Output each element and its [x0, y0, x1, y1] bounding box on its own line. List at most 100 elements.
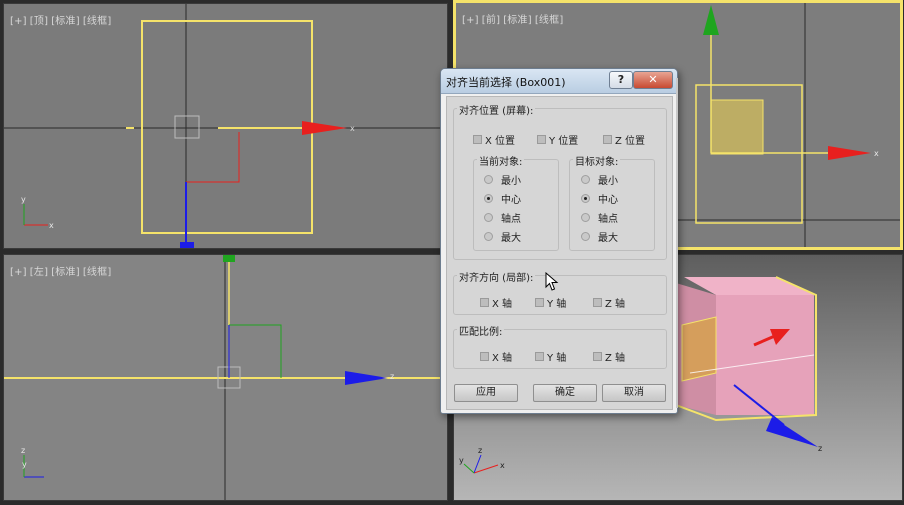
- viewport-menu-plus: [+]: [10, 267, 27, 278]
- scale-z-label: Z 轴: [605, 353, 626, 364]
- z-axis-arrow: [766, 417, 818, 447]
- z-axis-cap: [180, 242, 194, 248]
- viewport-view-name: [顶]: [29, 16, 49, 27]
- z-position-label: Z 位置: [615, 136, 646, 147]
- y-axis-cap: [223, 255, 235, 262]
- pivot-square: [174, 115, 200, 139]
- top-view-scene: x x y: [4, 4, 447, 248]
- viewport-camera-mode: [标准]: [503, 15, 532, 26]
- viewport-view-name: [左]: [29, 267, 49, 278]
- radio-dot[interactable]: [484, 175, 493, 184]
- target-pivot-label: 轴点: [598, 214, 618, 225]
- viewport-top[interactable]: x x y [+] [顶] [标准] [线框]: [3, 3, 448, 249]
- z-position-checkbox[interactable]: Z 位置: [603, 132, 645, 147]
- gizmo-z-letter: z: [21, 446, 25, 455]
- orient-y-checkbox[interactable]: Y 轴: [535, 295, 566, 310]
- checkbox-box[interactable]: [473, 135, 482, 144]
- viewport-shading-mode: [线框]: [82, 16, 112, 27]
- target-center-label: 中心: [598, 195, 618, 206]
- target-center-radio[interactable]: 中心: [581, 191, 618, 206]
- y-position-label: Y 位置: [549, 136, 579, 147]
- viewport-shading-mode: [线框]: [82, 267, 112, 278]
- viewport-view-name: [前]: [481, 15, 501, 26]
- z-axis-letter: z: [818, 444, 822, 453]
- checkbox-box[interactable]: [535, 298, 544, 307]
- scale-x-label: X 轴: [492, 353, 513, 364]
- radio-dot[interactable]: [484, 232, 493, 241]
- radio-dot[interactable]: [581, 194, 590, 203]
- viewport-label-front[interactable]: [+] [前] [标准] [线框]: [462, 11, 566, 26]
- local-axis-red: [186, 132, 240, 183]
- current-pivot-radio[interactable]: 轴点: [484, 210, 521, 225]
- gizmo-x-letter: x: [49, 221, 54, 230]
- checkbox-box[interactable]: [603, 135, 612, 144]
- current-max-radio[interactable]: 最大: [484, 229, 521, 244]
- viewport-shading-mode: [线框]: [534, 15, 564, 26]
- cancel-button[interactable]: 取消: [602, 384, 666, 402]
- target-min-radio[interactable]: 最小: [581, 172, 618, 187]
- apply-button[interactable]: 应用: [454, 384, 518, 402]
- orient-x-label: X 轴: [492, 299, 513, 310]
- dialog-title: 对齐当前选择 (Box001): [446, 76, 566, 89]
- x-axis-letter: x: [350, 124, 355, 133]
- target-max-radio[interactable]: 最大: [581, 229, 618, 244]
- orient-y-label: Y 轴: [547, 299, 567, 310]
- checkbox-box[interactable]: [537, 135, 546, 144]
- y-position-checkbox[interactable]: Y 位置: [537, 132, 578, 147]
- gizmo-y: [463, 463, 475, 474]
- current-pivot-label: 轴点: [501, 214, 521, 225]
- target-pivot-radio[interactable]: 轴点: [581, 210, 618, 225]
- gizmo-y-letter: y: [459, 456, 464, 465]
- scale-x-checkbox[interactable]: X 轴: [480, 349, 512, 364]
- viewport-menu-plus: [+]: [10, 16, 27, 27]
- orient-x-checkbox[interactable]: X 轴: [480, 295, 512, 310]
- close-button[interactable]: ✕: [633, 71, 673, 89]
- radio-dot[interactable]: [581, 175, 590, 184]
- current-min-radio[interactable]: 最小: [484, 172, 521, 187]
- ok-button[interactable]: 确定: [533, 384, 597, 402]
- target-max-label: 最大: [598, 233, 618, 244]
- dialog-titlebar[interactable]: 对齐当前选择 (Box001) ? ✕: [441, 69, 677, 94]
- x-position-checkbox[interactable]: X 位置: [473, 132, 515, 147]
- dialog-edge-scrollbar: [676, 78, 678, 408]
- viewport-left[interactable]: z z y [+] [左] [标准] [线框]: [3, 254, 448, 501]
- checkbox-box[interactable]: [593, 352, 602, 361]
- viewport-menu-plus: [+]: [462, 15, 479, 26]
- radio-dot[interactable]: [484, 194, 493, 203]
- current-center-radio[interactable]: 中心: [484, 191, 521, 206]
- radio-dot[interactable]: [581, 232, 590, 241]
- viewport-label-top[interactable]: [+] [顶] [标准] [线框]: [10, 12, 114, 27]
- gizmo-y-letter: y: [21, 195, 26, 204]
- radio-dot[interactable]: [581, 213, 590, 222]
- checkbox-box[interactable]: [480, 352, 489, 361]
- gizmo-y-letter: y: [22, 460, 27, 469]
- mouse-cursor-icon: [545, 272, 559, 291]
- current-object-title: 当前对象:: [477, 153, 525, 168]
- box-front-face: [716, 295, 814, 415]
- z-axis-arrow: [345, 371, 388, 385]
- current-min-label: 最小: [501, 176, 521, 187]
- x-position-label: X 位置: [485, 136, 516, 147]
- match-scale-title: 匹配比例:: [457, 323, 505, 338]
- orient-z-label: Z 轴: [605, 299, 626, 310]
- current-max-label: 最大: [501, 233, 521, 244]
- y-axis-arrow: [703, 5, 719, 35]
- gizmo-x: [473, 464, 499, 474]
- align-orientation-title: 对齐方向 (局部):: [457, 269, 536, 284]
- target-box-face: [710, 99, 764, 155]
- current-center-label: 中心: [501, 195, 521, 206]
- left-view-scene: z z y: [4, 255, 447, 500]
- help-button[interactable]: ?: [609, 71, 633, 89]
- gizmo-x-letter: x: [500, 461, 505, 470]
- dialog-body: 对齐位置 (屏幕): X 位置 Y 位置 Z 位置 当前对象: 最小 中心 轴点…: [446, 96, 673, 410]
- checkbox-box[interactable]: [593, 298, 602, 307]
- local-axis-green: [229, 324, 282, 378]
- radio-dot[interactable]: [484, 213, 493, 222]
- scale-z-checkbox[interactable]: Z 轴: [593, 349, 625, 364]
- scale-y-checkbox[interactable]: Y 轴: [535, 349, 566, 364]
- checkbox-box[interactable]: [535, 352, 544, 361]
- checkbox-box[interactable]: [480, 298, 489, 307]
- orient-z-checkbox[interactable]: Z 轴: [593, 295, 625, 310]
- gizmo-z-letter: z: [478, 446, 482, 455]
- viewport-label-left[interactable]: [+] [左] [标准] [线框]: [10, 263, 114, 278]
